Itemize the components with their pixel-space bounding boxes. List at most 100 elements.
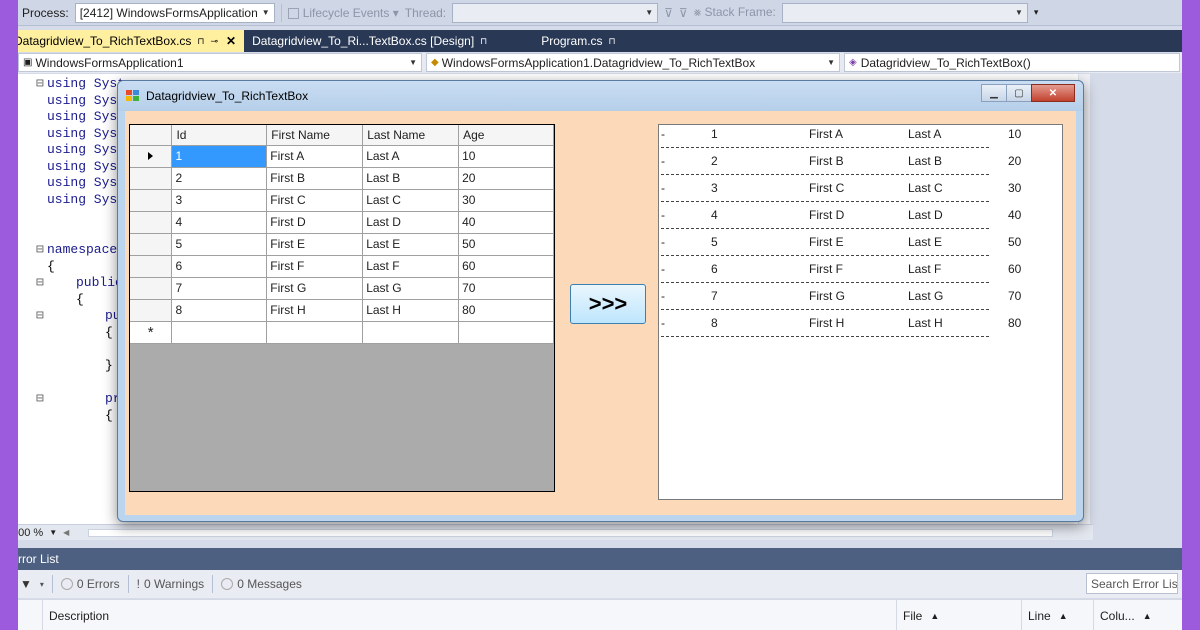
close-icon[interactable]: ✕ [226, 34, 236, 48]
collapse-icon[interactable]: ⊟ [36, 242, 44, 257]
grid-cell[interactable]: Last H [362, 298, 460, 322]
grid-cell[interactable]: Last E [362, 232, 460, 256]
table-row[interactable]: 2 First B Last B 20 [130, 166, 554, 190]
process-combo[interactable]: [2412] WindowsFormsApplication1 ▼ [74, 2, 275, 23]
grid-cell[interactable]: 7 [171, 276, 268, 300]
lifecycle-events-button[interactable]: Lifecycle Events ▾ [287, 6, 399, 20]
grid-cell[interactable]: 10 [458, 144, 554, 168]
warnings-filter-button[interactable]: ! 0 Warnings [137, 577, 205, 591]
grid-cell[interactable]: First G [266, 276, 364, 300]
grid-cell[interactable] [362, 320, 460, 344]
class-combo[interactable]: ◆ WindowsFormsApplication1.Datagridview_… [426, 53, 840, 72]
grid-cell[interactable]: First E [266, 232, 364, 256]
zoom-level[interactable]: 100 % [18, 527, 43, 539]
grid-cell[interactable]: Last B [362, 166, 460, 190]
grid-cell[interactable]: Last D [362, 210, 460, 234]
overflow-icon[interactable]: ▾ [1034, 7, 1039, 18]
table-row[interactable]: 4 First D Last D 40 [130, 210, 554, 234]
row-header[interactable] [130, 144, 173, 168]
maximize-icon[interactable]: ▢ [1006, 84, 1032, 102]
grid-cell[interactable]: 3 [171, 188, 268, 212]
tab-designer[interactable]: Datagridview_To_Ri...TextBox.cs [Design]… [244, 30, 495, 52]
row-header[interactable] [130, 210, 173, 234]
transfer-button[interactable]: >>> [570, 284, 646, 324]
errors-filter-button[interactable]: 0 Errors [60, 577, 120, 591]
tab-datagridview-cs[interactable]: Datagridview_To_RichTextBox.cs ⊓ ⊸ ✕ [18, 30, 245, 52]
messages-filter-button[interactable]: 0 Messages [221, 577, 302, 591]
tab-program-cs[interactable]: Program.cs ⊓ [533, 30, 623, 52]
table-row[interactable]: 5 First E Last E 50 [130, 232, 554, 256]
column-column[interactable]: Colu... ▲ [1093, 600, 1173, 630]
column-description[interactable]: Description [42, 600, 902, 630]
filter-icon[interactable]: ▼ [20, 577, 32, 591]
grid-cell[interactable]: 6 [171, 254, 268, 278]
chevron-down-icon[interactable]: ▼ [49, 528, 57, 537]
pushpin-icon[interactable]: ⊸ [210, 36, 218, 47]
row-header[interactable] [130, 166, 173, 190]
row-header[interactable] [130, 298, 173, 322]
minimize-icon[interactable]: ▁ [981, 84, 1007, 102]
grid-cell[interactable]: 5 [171, 232, 268, 256]
table-row[interactable]: 7 First G Last G 70 [130, 276, 554, 300]
row-header[interactable] [130, 254, 173, 278]
member-combo[interactable]: ◈ Datagridview_To_RichTextBox() [844, 53, 1180, 72]
grid-cell[interactable]: Last C [362, 188, 460, 212]
column-header-last-name[interactable]: Last Name [362, 125, 460, 146]
stack-frame-combo[interactable]: ▼ [781, 2, 1028, 23]
column-header-first-name[interactable]: First Name [266, 125, 364, 146]
grid-cell[interactable]: 60 [458, 254, 554, 278]
chevron-down-icon[interactable]: ▾ [40, 580, 44, 589]
close-icon[interactable]: ✕ [1031, 84, 1075, 102]
grid-cell[interactable]: Last F [362, 254, 460, 278]
grid-cell[interactable] [171, 320, 268, 344]
table-row[interactable]: 1 First A Last A 10 [130, 144, 554, 168]
table-row[interactable]: 3 First C Last C 30 [130, 188, 554, 212]
scroll-left-icon[interactable]: ◀ [63, 528, 69, 537]
row-header-corner[interactable] [130, 125, 173, 146]
grid-cell[interactable]: 8 [171, 298, 268, 322]
table-row[interactable]: 6 First F Last F 60 [130, 254, 554, 278]
grid-cell[interactable]: 40 [458, 210, 554, 234]
collapse-icon[interactable]: ⊟ [36, 391, 44, 406]
column-header-id[interactable]: Id [171, 125, 268, 146]
grid-cell[interactable]: Last G [362, 276, 460, 300]
grid-cell[interactable]: 80 [458, 298, 554, 322]
data-grid-view[interactable]: Id First Name Last Name Age 1 First A La… [129, 124, 555, 492]
grid-cell[interactable]: 4 [171, 210, 268, 234]
row-header[interactable] [130, 276, 173, 300]
toggle-filter-icon[interactable]: ⊽ [679, 6, 688, 20]
grid-cell[interactable]: 20 [458, 166, 554, 190]
filter-icon[interactable]: ⊽ [664, 6, 673, 20]
pin-icon[interactable]: ⊓ [609, 36, 616, 47]
grid-cell[interactable] [266, 320, 364, 344]
row-header[interactable] [130, 188, 173, 212]
table-row[interactable]: 8 First H Last H 80 [130, 298, 554, 322]
grid-cell[interactable]: 50 [458, 232, 554, 256]
row-header[interactable] [130, 232, 173, 256]
pin-icon[interactable]: ⊓ [480, 36, 487, 47]
thread-combo[interactable]: ▼ [452, 2, 659, 23]
collapse-icon[interactable]: ⊟ [36, 76, 44, 91]
grid-cell[interactable]: First C [266, 188, 364, 212]
grid-cell[interactable]: First A [266, 144, 364, 168]
column-header-age[interactable]: Age [458, 125, 554, 146]
grid-cell[interactable]: First B [266, 166, 364, 190]
grid-cell[interactable]: 1 [171, 144, 268, 168]
grid-cell[interactable]: First H [266, 298, 364, 322]
collapse-icon[interactable]: ⊟ [36, 275, 44, 290]
new-row[interactable]: * [130, 320, 554, 344]
error-search-input[interactable]: Search Error List [1086, 573, 1178, 594]
collapse-icon[interactable]: ⊟ [36, 308, 44, 323]
grid-cell[interactable]: 2 [171, 166, 268, 190]
grid-cell[interactable]: 70 [458, 276, 554, 300]
rich-text-box[interactable]: -1 First A Last A 10 -2 First B Last B 20 -3 Fi… [658, 124, 1063, 500]
column-file[interactable]: File ▲ [896, 600, 1022, 630]
grid-cell[interactable] [458, 320, 554, 344]
grid-cell[interactable]: Last A [362, 144, 460, 168]
grid-cell[interactable]: 30 [458, 188, 554, 212]
project-combo[interactable]: ▣ WindowsFormsApplication1 ▼ [18, 53, 422, 72]
grid-cell[interactable]: First D [266, 210, 364, 234]
grid-cell[interactable]: First F [266, 254, 364, 278]
horizontal-scrollbar[interactable] [88, 529, 1053, 537]
column-line[interactable]: Line ▲ [1021, 600, 1093, 630]
